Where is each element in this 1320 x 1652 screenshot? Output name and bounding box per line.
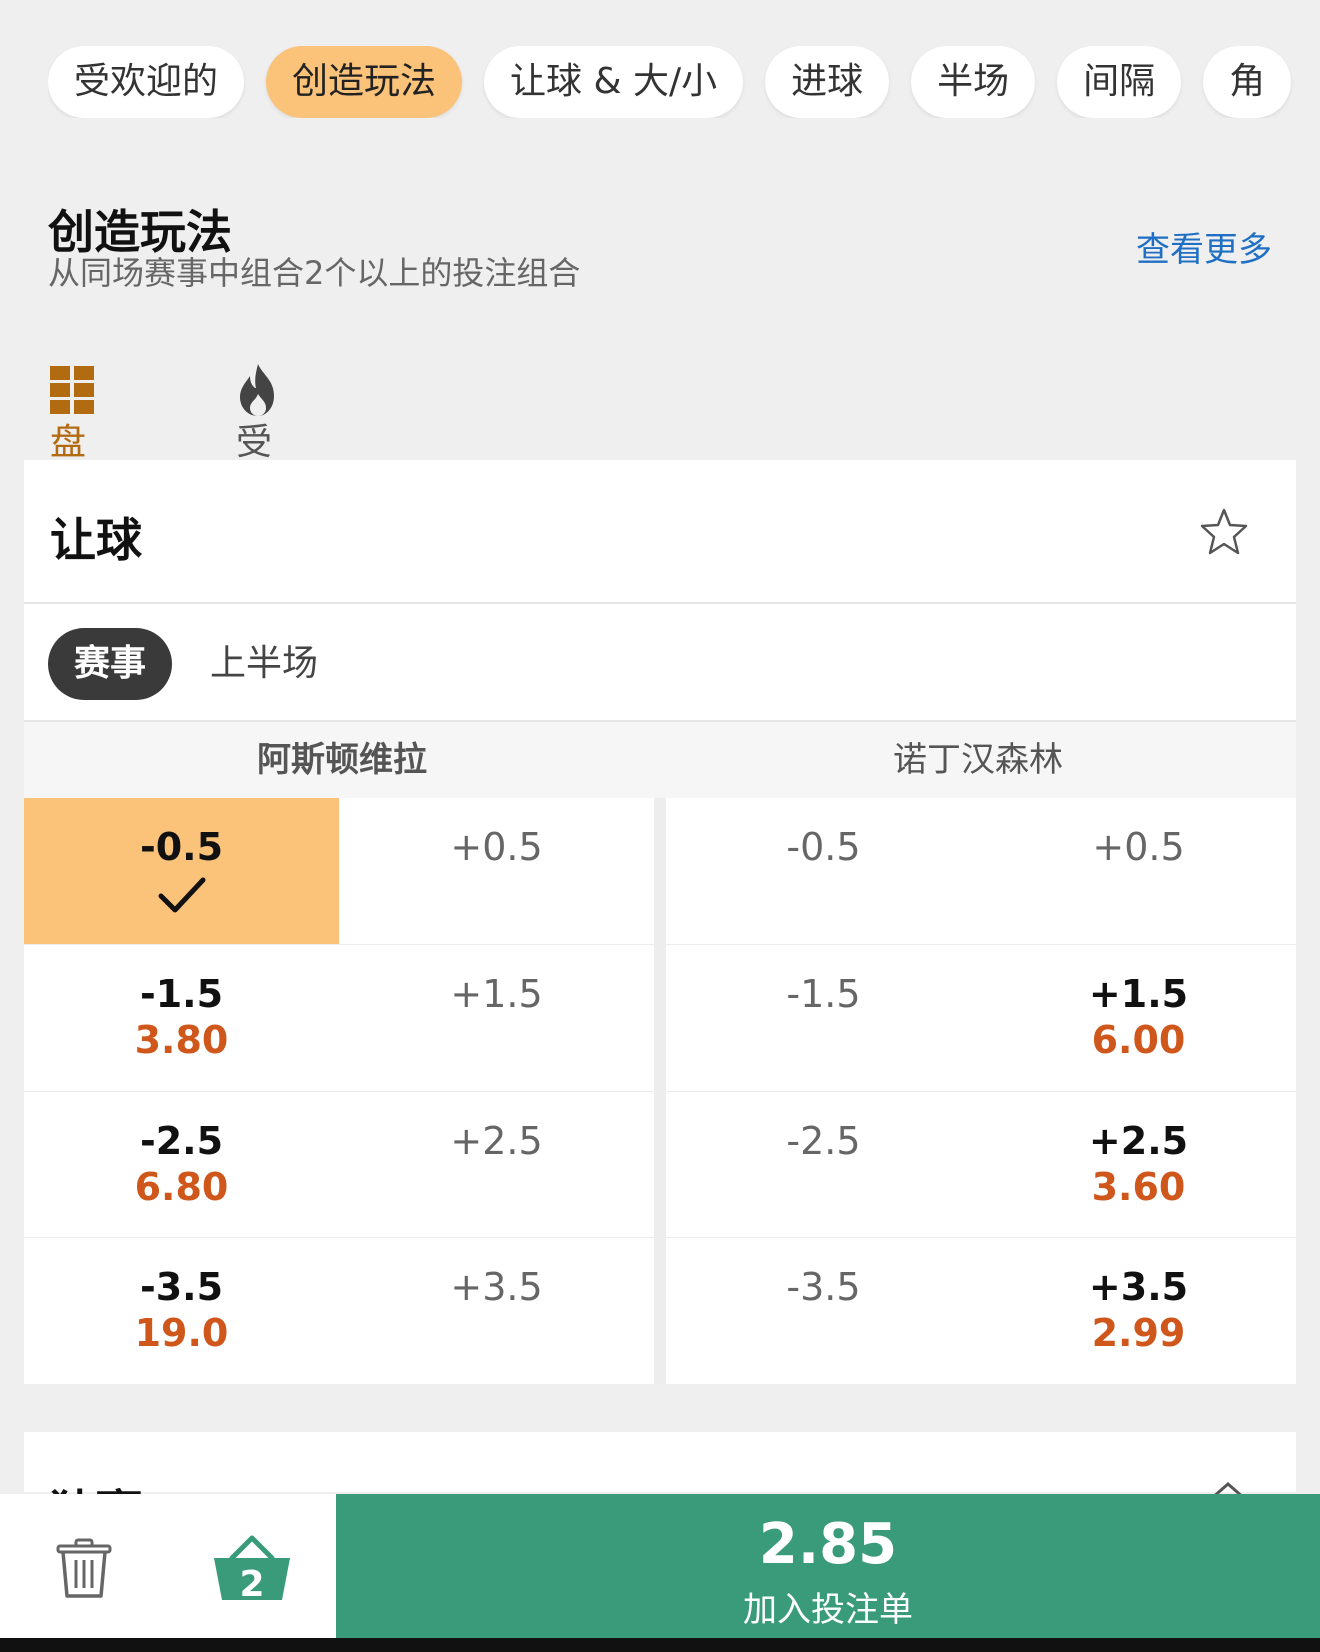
handicap-line: +0.5	[1092, 825, 1185, 869]
selection-cell[interactable]: -3.5 19.0	[24, 1238, 339, 1384]
handicap-row: -1.5 +1.5 6.00	[666, 944, 1296, 1091]
grid-icon	[50, 366, 94, 414]
selection-cell[interactable]: -2.5 6.80	[24, 1091, 339, 1238]
away-column: -0.5 +0.5 -1.5 +1.5 6.00 -2.5 +2.5 3.60 …	[666, 798, 1296, 1384]
tab-interval[interactable]: 间隔	[1057, 46, 1182, 118]
selection-cell[interactable]: -0.5	[666, 798, 981, 944]
handicap-row: -3.5 19.0 +3.5	[24, 1238, 654, 1384]
tab-corners[interactable]: 角	[1203, 46, 1292, 118]
team-away: 诺丁汉森林	[893, 740, 1063, 780]
handicap-row: -2.5 +2.5 3.60	[666, 1091, 1296, 1238]
odds-value: 3.60	[1091, 1164, 1186, 1209]
odds-value: 6.80	[134, 1164, 229, 1209]
selection-cell[interactable]: -1.5 3.80	[24, 944, 339, 1091]
handicap-row: -0.5 +0.5	[666, 798, 1296, 944]
odds-value: 19.0	[134, 1311, 229, 1356]
handicap-row: -1.5 3.80 +1.5	[24, 944, 654, 1091]
category-tabs: 受欢迎的 创造玩法 让球 & 大/小 进球 半场 间隔角	[48, 46, 1294, 118]
selection-cell[interactable]: -2.5	[666, 1091, 981, 1238]
market-header: 让球	[24, 460, 1296, 604]
tab-half-time[interactable]: 半场	[911, 46, 1036, 118]
star-icon[interactable]	[1198, 506, 1250, 558]
team-home: 阿斯顿维拉	[257, 740, 427, 780]
handicap-line: +0.5	[450, 825, 543, 869]
market-title: 让球	[50, 513, 142, 567]
handicap-line: +3.5	[450, 1265, 543, 1310]
check-icon	[158, 877, 205, 913]
selection-cell-selected[interactable]: -0.5	[24, 798, 339, 944]
handicap-line: -3.5	[786, 1265, 861, 1310]
selection-cell[interactable]: -3.5	[666, 1238, 981, 1384]
betslip-basket[interactable]: 2	[212, 1534, 292, 1605]
selection-cell[interactable]: +3.5	[339, 1238, 654, 1384]
filter-markets[interactable]: 盘口	[50, 362, 108, 517]
selection-cell[interactable]: +0.5	[981, 798, 1296, 944]
handicap-line: -2.5	[139, 1118, 224, 1163]
selection-cell[interactable]: +2.5	[339, 1091, 654, 1238]
selection-cell[interactable]: +2.5 3.60	[981, 1091, 1296, 1238]
handicap-grid: -0.5 +0.5 -1.5 3.80 +1.5 -2.5 6.80 +2.5 …	[24, 798, 1296, 1384]
selection-cell[interactable]: +0.5	[339, 798, 654, 944]
period-first-half[interactable]: 上半场	[210, 628, 318, 700]
see-more-link[interactable]: 查看更多	[1136, 222, 1272, 271]
selection-cell[interactable]: +3.5 2.99	[981, 1238, 1296, 1384]
betslip-bar: 2 2.85 加入投注单	[0, 1494, 1320, 1638]
odds-value: 2.99	[1091, 1311, 1186, 1356]
odds-value: 6.00	[1091, 1017, 1186, 1062]
flame-icon	[240, 364, 274, 416]
tab-create-bet[interactable]: 创造玩法	[266, 46, 463, 118]
tab-handicap-over-under[interactable]: 让球 & 大/小	[484, 46, 744, 118]
add-to-betslip-button[interactable]: 2.85 加入投注单	[336, 1494, 1320, 1638]
handicap-market-card: 让球 赛事 上半场 阿斯顿维拉 诺丁汉森林 -0.5 +0.5 -1.5 3.8…	[24, 460, 1296, 1384]
handicap-row: -0.5 +0.5	[24, 798, 654, 944]
team-header-row: 阿斯顿维拉 诺丁汉森林	[24, 722, 1296, 798]
bottom-edge	[0, 1638, 1320, 1652]
selection-cell[interactable]: -1.5	[666, 944, 981, 1091]
handicap-line: +1.5	[450, 971, 543, 1016]
handicap-line: -1.5	[786, 971, 861, 1016]
handicap-line: -0.5	[139, 825, 224, 869]
selection-cell[interactable]: +1.5	[339, 944, 654, 1091]
handicap-line: +2.5	[1088, 1118, 1189, 1163]
next-market-card[interactable]: 独赢	[24, 1432, 1296, 1539]
betslip-count: 2	[239, 1564, 265, 1605]
handicap-row: -2.5 6.80 +2.5	[24, 1091, 654, 1238]
betslip-tools: 2	[0, 1494, 336, 1638]
handicap-line: -1.5	[139, 971, 224, 1016]
handicap-line: -2.5	[786, 1118, 861, 1163]
section-subtitle: 从同场赛事中组合2个以上的投注组合	[48, 254, 581, 292]
selection-cell[interactable]: +1.5 6.00	[981, 944, 1296, 1091]
handicap-line: -0.5	[786, 825, 861, 869]
tab-popular[interactable]: 受欢迎的	[48, 46, 245, 118]
tab-goals[interactable]: 进球	[765, 46, 890, 118]
handicap-line: -3.5	[139, 1265, 224, 1310]
combined-odds: 2.85	[758, 1512, 898, 1577]
add-to-betslip-label: 加入投注单	[743, 1590, 913, 1630]
period-full-match[interactable]: 赛事	[48, 628, 173, 700]
period-selector: 赛事 上半场	[24, 604, 1296, 722]
handicap-line: +3.5	[1088, 1265, 1189, 1310]
trash-icon[interactable]	[56, 1538, 112, 1600]
filter-popular[interactable]: 受欢迎的	[236, 362, 292, 625]
home-column: -0.5 +0.5 -1.5 3.80 +1.5 -2.5 6.80 +2.5 …	[24, 798, 654, 1384]
handicap-line: +1.5	[1088, 971, 1189, 1016]
handicap-row: -3.5 +3.5 2.99	[666, 1238, 1296, 1384]
odds-value: 3.80	[134, 1017, 229, 1062]
handicap-line: +2.5	[450, 1118, 543, 1163]
